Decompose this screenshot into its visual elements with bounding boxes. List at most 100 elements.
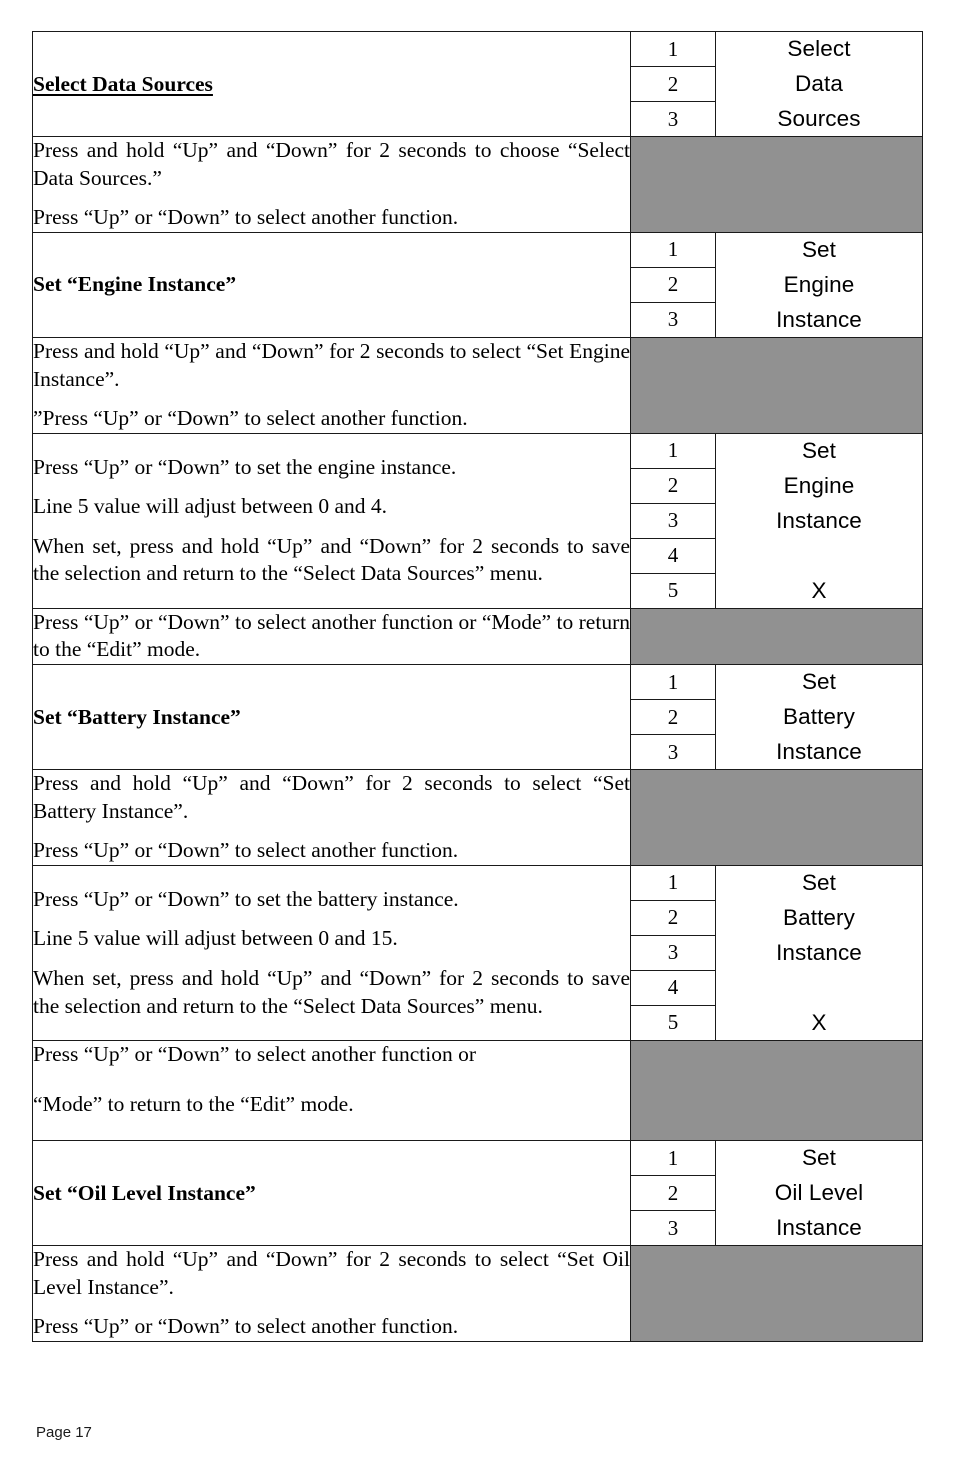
- instruction-paragraph: “Mode” to return to the “Edit” mode.: [33, 1091, 354, 1116]
- display-line: Set: [801, 1145, 837, 1171]
- instruction-cell: Press and hold “Up” and “Down” for 2 sec…: [32, 136, 631, 233]
- display-line: Instance: [776, 738, 862, 764]
- line-number: 1: [631, 433, 716, 469]
- display-module-set-battery-instance: 1 Set 2 Battery 3 Instance: [630, 664, 923, 770]
- display-line: Set: [801, 237, 837, 263]
- section-title: Set “Oil Level Instance”: [33, 1180, 256, 1205]
- instruction-paragraph: Press and hold “Up” and “Down” for 2 sec…: [33, 1247, 630, 1299]
- section-heading-cell: Set “Oil Level Instance”: [32, 1140, 631, 1247]
- display-line: Select: [787, 36, 851, 62]
- line-number: 1: [631, 232, 716, 268]
- blank-display-cell: [630, 136, 923, 233]
- display-line: Oil Level: [774, 1180, 864, 1206]
- instruction-paragraph: Line 5 value will adjust between 0 and 1…: [33, 926, 398, 951]
- line-number: 5: [631, 573, 716, 608]
- display-line: Engine: [783, 271, 855, 297]
- line-number: 1: [631, 1141, 716, 1177]
- table-row: Set “Oil Level Instance” 1 Set 2 Oil Level…: [32, 1140, 923, 1247]
- instruction-table: Select Data Sources 1 Select 2 Data 3 Sourc…: [32, 31, 923, 1342]
- line-number: 3: [631, 1210, 716, 1246]
- display-line: [716, 538, 923, 573]
- instruction-paragraph: Press “Up” or “Down” to select another f…: [33, 1041, 476, 1066]
- display-module-set-oil-level-instance: 1 Set 2 Oil Level 3 Instance: [630, 1140, 923, 1247]
- instruction-cell: Press “Up” or “Down” to select another f…: [32, 1039, 631, 1142]
- display-line: Instance: [776, 507, 862, 533]
- display-line: Instance: [776, 306, 862, 332]
- display-line: Set: [801, 438, 837, 463]
- instruction-cell: Press “Up” or “Down” to set the battery …: [32, 864, 631, 1041]
- blank-display-cell: [630, 1245, 923, 1342]
- section-title: Set “Engine Instance”: [33, 272, 237, 297]
- instruction-paragraph: Press “Up” or “Down” to set the battery …: [33, 886, 459, 911]
- display-line-value: X: [811, 1009, 827, 1035]
- line-number: 3: [631, 734, 716, 769]
- display-module-battery-instance-value: 1 Set 2 Battery 3 Instance 4 5 X: [630, 864, 923, 1041]
- instruction-paragraph: Press “Up” or “Down” to select another f…: [33, 609, 630, 662]
- table-row: Set “Engine Instance” 1 Set 2 Engine 3 Inst…: [32, 231, 923, 338]
- line-number: 5: [631, 1005, 716, 1040]
- display-line: [716, 970, 923, 1005]
- line-number: 2: [631, 267, 716, 303]
- line-number: 2: [631, 900, 716, 936]
- line-number: 2: [631, 468, 716, 504]
- blank-display-cell: [630, 607, 923, 666]
- instruction-paragraph: Press and hold “Up” and “Down” for 2 sec…: [33, 338, 630, 391]
- manual-page: Select Data Sources 1 Select 2 Data 3 Sourc…: [0, 0, 954, 1475]
- display-line: Set: [801, 870, 837, 896]
- instruction-paragraph: Press and hold “Up” and “Down” for 2 sec…: [33, 771, 630, 823]
- table-row: Press “Up” or “Down” to select another f…: [32, 1039, 923, 1142]
- line-number: 4: [631, 538, 716, 574]
- line-number: 1: [631, 32, 716, 67]
- page-footer: Page 17: [36, 1424, 92, 1441]
- instruction-paragraph: Press “Up” or “Down” to set the engine i…: [33, 454, 457, 479]
- table-row: Press and hold “Up” and “Down” for 2 sec…: [32, 769, 923, 866]
- table-row: Press and hold “Up” and “Down” for 2 sec…: [32, 1245, 923, 1342]
- instruction-paragraph: Line 5 value will adjust between 0 and 4…: [33, 494, 388, 519]
- table-row: Press and hold “Up” and “Down” for 2 sec…: [32, 136, 923, 233]
- blank-display-cell: [630, 336, 923, 434]
- table-row: Press “Up” or “Down” to select another f…: [32, 607, 923, 666]
- blank-display-cell: [630, 1039, 923, 1142]
- section-heading-cell: Set “Battery Instance”: [32, 664, 631, 770]
- line-number: 3: [631, 101, 716, 136]
- display-line: Engine: [783, 472, 855, 498]
- line-number: 1: [631, 665, 716, 700]
- table-row: Press and hold “Up” and “Down” for 2 sec…: [32, 336, 923, 434]
- instruction-cell: Press “Up” or “Down” to select another f…: [32, 607, 631, 666]
- instruction-paragraph: When set, press and hold “Up” and “Down”…: [33, 533, 630, 586]
- display-line: Battery: [783, 904, 855, 930]
- line-number: 3: [631, 302, 716, 337]
- line-number: 1: [631, 865, 716, 901]
- instruction-paragraph: Press “Up” or “Down” to select another f…: [33, 205, 459, 230]
- table-row: Select Data Sources 1 Select 2 Data 3 Sourc…: [32, 31, 923, 137]
- line-number: 2: [631, 1175, 716, 1212]
- blank-display-cell: [630, 769, 923, 866]
- display-module-select-data-sources: 1 Select 2 Data 3 Sources: [630, 31, 923, 137]
- instruction-paragraph: When set, press and hold “Up” and “Down”…: [33, 965, 630, 1018]
- display-line: Battery: [783, 704, 855, 729]
- table-row: Set “Battery Instance” 1 Set 2 Battery 3 In…: [32, 664, 923, 770]
- display-line: Data: [795, 71, 843, 96]
- instruction-table-body: Select Data Sources 1 Select 2 Data 3 Sourc…: [32, 31, 923, 1342]
- display-line: Instance: [776, 1214, 862, 1240]
- display-module-engine-instance-value: 1 Set 2 Engine 3 Instance 4 5 X: [630, 432, 923, 609]
- instruction-paragraph: Press “Up” or “Down” to select another f…: [33, 838, 459, 863]
- section-heading-cell: Set “Engine Instance”: [32, 231, 631, 338]
- line-number: 4: [631, 970, 716, 1006]
- instruction-cell: Press and hold “Up” and “Down” for 2 sec…: [32, 769, 631, 866]
- display-module-set-engine-instance: 1 Set 2 Engine 3 Instance: [630, 231, 923, 338]
- table-row: Press “Up” or “Down” to set the engine i…: [32, 432, 923, 609]
- display-line: Sources: [777, 105, 861, 131]
- line-number: 3: [631, 935, 716, 971]
- instruction-cell: Press and hold “Up” and “Down” for 2 sec…: [32, 336, 631, 434]
- display-line: Instance: [776, 939, 862, 965]
- display-line-value: X: [811, 577, 827, 603]
- instruction-paragraph: Press “Up” or “Down” to select another f…: [33, 1314, 459, 1339]
- line-number: 2: [631, 66, 716, 102]
- table-row: Press “Up” or “Down” to set the battery …: [32, 864, 923, 1041]
- page-title: Select Data Sources: [33, 71, 213, 96]
- line-number: 3: [631, 503, 716, 539]
- section-title: Set “Battery Instance”: [33, 704, 241, 729]
- line-number: 2: [631, 699, 716, 735]
- instruction-cell: Press “Up” or “Down” to set the engine i…: [32, 432, 631, 609]
